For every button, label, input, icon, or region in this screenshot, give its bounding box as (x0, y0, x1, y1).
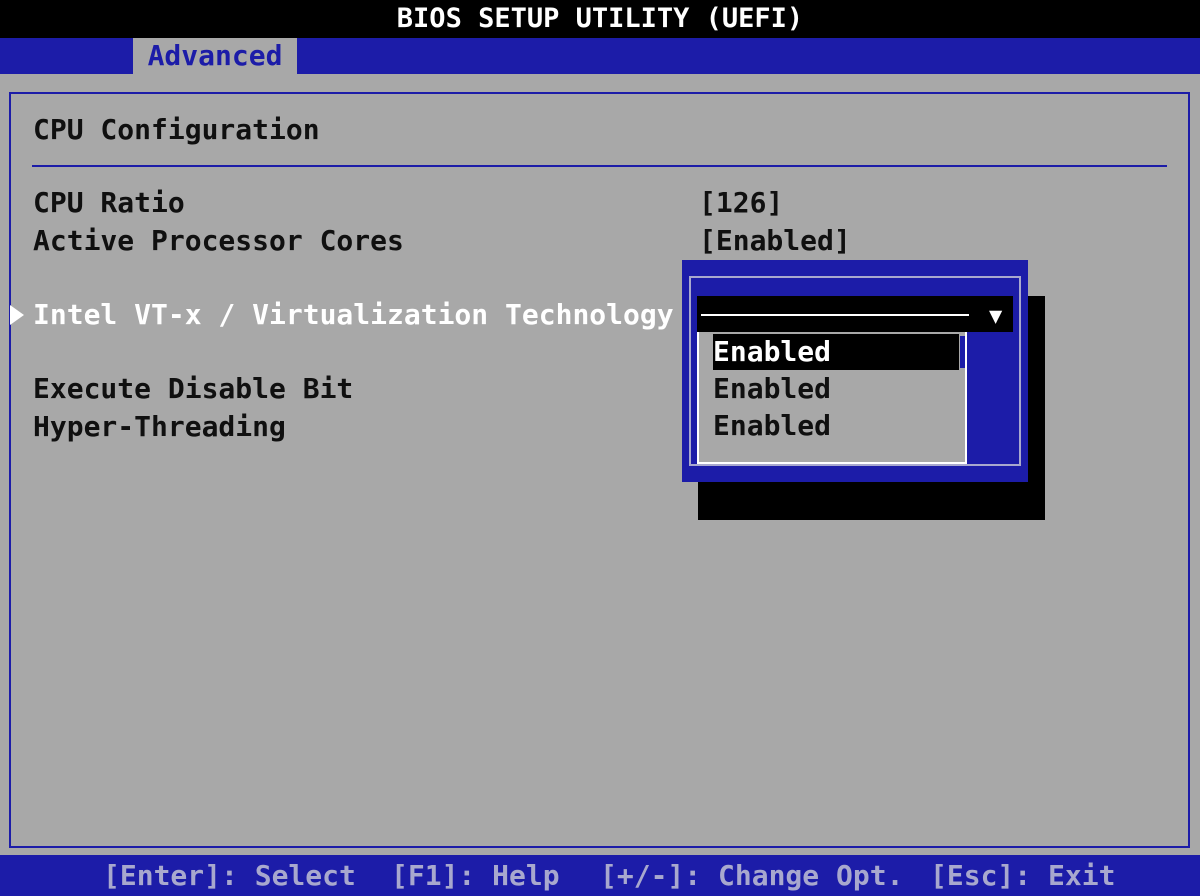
selection-pointer-icon (10, 305, 24, 325)
popup-option-enabled-2[interactable]: Enabled (713, 371, 965, 407)
hint-enter-select: [Enter]: Select (103, 859, 356, 892)
dropdown-arrow-icon[interactable]: ▼ (989, 306, 1002, 328)
hint-esc-exit: [Esc]: Exit (930, 859, 1116, 892)
popup-option-enabled-1[interactable]: Enabled (713, 334, 965, 370)
tab-advanced[interactable]: Advanced (133, 38, 297, 74)
setting-active-cores-label[interactable]: Active Processor Cores (33, 223, 404, 259)
setting-cpu-ratio-label[interactable]: CPU Ratio (33, 185, 185, 221)
setting-hyper-threading-label[interactable]: Hyper-Threading (33, 409, 286, 445)
tab-bar: Advanced (0, 38, 1200, 74)
setting-cpu-ratio-value[interactable]: [126] (699, 185, 783, 221)
title-bar: BIOS SETUP UTILITY (UEFI) (0, 0, 1200, 38)
hint-f1-help: [F1]: Help (391, 859, 560, 892)
popup-header-line (701, 314, 969, 316)
setting-execute-disable-label[interactable]: Execute Disable Bit (33, 371, 353, 407)
setting-active-cores-value[interactable]: [Enabled] (699, 223, 851, 259)
section-title: CPU Configuration (33, 113, 320, 146)
section-divider (32, 165, 1167, 167)
popup-option-enabled-3[interactable]: Enabled (713, 408, 965, 444)
app-title: BIOS SETUP UTILITY (UEFI) (396, 3, 804, 34)
hint-change-opt: [+/-]: Change Opt. (600, 859, 904, 892)
setting-vtx-label[interactable]: Intel VT-x / Virtualization Technology (33, 297, 674, 333)
